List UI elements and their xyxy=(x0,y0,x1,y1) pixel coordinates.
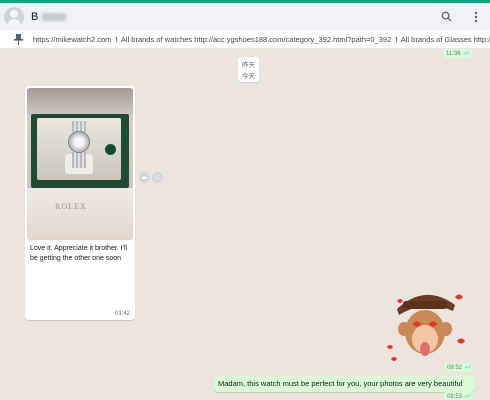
exclamation-icon: ! xyxy=(395,34,398,44)
image-message-time: 01:42 xyxy=(114,311,130,317)
watch-icon xyxy=(68,131,90,153)
monkey-sticker[interactable] xyxy=(385,277,475,369)
exclamation-icon: ! xyxy=(115,34,118,44)
pin-icon xyxy=(14,33,23,45)
pinned-text: https://mikewatch2.com! All brands of wat… xyxy=(33,35,490,44)
pinned-message-bar[interactable]: https://mikewatch2.com! All brands of wat… xyxy=(0,30,490,49)
contact-name-redacted xyxy=(42,12,67,21)
sticker-time: 08:52 ✓✓ xyxy=(444,363,474,372)
outgoing-message[interactable]: Madam, this watch must be perfect for yo… xyxy=(214,376,475,392)
outgoing-text: Madam, this watch must be perfect for yo… xyxy=(218,379,463,388)
image-caption: Love it. Appreciate it brother. I'll be … xyxy=(30,245,128,262)
outgoing-time: 08:53 ✓✓ xyxy=(444,392,474,400)
pinned-link-1[interactable]: https://mikewatch2.com xyxy=(33,35,111,44)
read-ticks-icon: ✓✓ xyxy=(464,365,472,371)
watch-photo[interactable]: ROLEX xyxy=(27,88,133,240)
menu-dots-icon[interactable] xyxy=(468,9,484,25)
date-divider-today: 今天 xyxy=(238,68,259,82)
chat-area: 11:36 ✓✓ 昨天 今天 ROLEX Love it. Appreciate… xyxy=(0,49,490,400)
pinned-link-2[interactable]: All brands of watches http://acc.ygshoes… xyxy=(121,35,391,44)
image-message[interactable]: ROLEX Love it. Appreciate it brother. I'… xyxy=(25,86,135,320)
contact-avatar[interactable] xyxy=(4,6,24,27)
outgoing-time-text: 08:53 xyxy=(447,393,463,400)
forward-icon[interactable]: ➦ xyxy=(139,172,150,183)
search-icon[interactable] xyxy=(438,9,454,25)
read-ticks-icon: ✓✓ xyxy=(464,394,472,400)
top-message-time: 11:36 ✓✓ xyxy=(443,49,472,58)
box-brand-text: ROLEX xyxy=(55,202,87,211)
react-icon[interactable]: ☺ xyxy=(152,172,163,183)
sticker-time-text: 08:52 xyxy=(447,364,463,371)
read-ticks-icon: ✓✓ xyxy=(462,51,471,57)
chat-header: B xyxy=(0,3,490,30)
pinned-link-3[interactable]: All brands of Glasses http://acc.ygsh xyxy=(401,35,490,44)
contact-name[interactable]: B xyxy=(31,11,38,23)
top-time-text: 11:36 xyxy=(446,50,461,57)
